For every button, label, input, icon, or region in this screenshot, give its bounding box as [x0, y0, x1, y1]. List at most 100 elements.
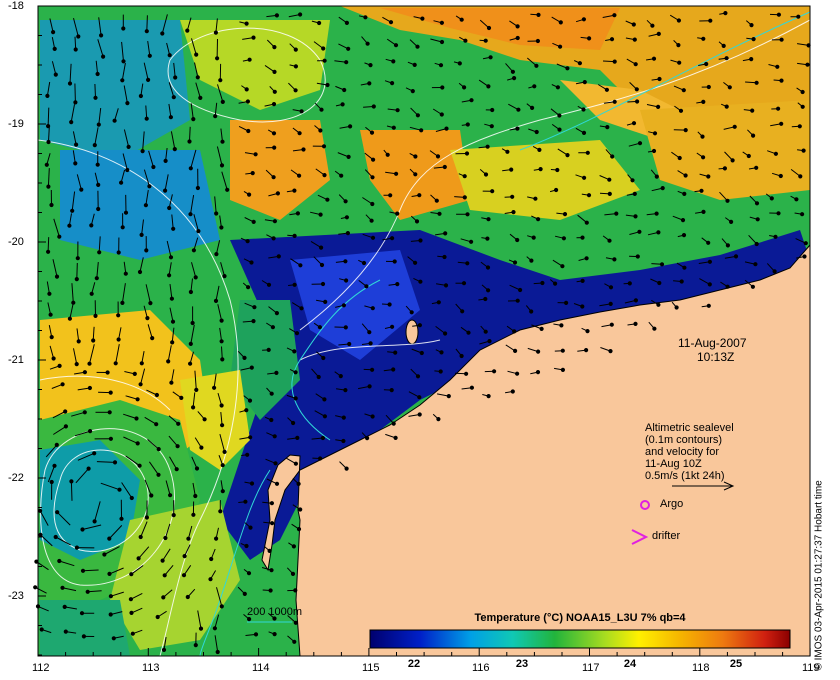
velocity-arrowhead: [637, 141, 643, 146]
lon-tick-112: 112: [32, 662, 50, 674]
velocity-arrowhead: [635, 99, 640, 104]
velocity-arrowhead: [89, 291, 94, 296]
velocity-arrowhead: [682, 191, 687, 196]
velocity-arrowhead: [536, 12, 541, 17]
velocity-arrowhead: [172, 147, 177, 152]
velocity-arrowhead: [371, 104, 376, 109]
velocity-arrowhead: [107, 536, 112, 541]
velocity-arrowhead: [612, 99, 617, 104]
velocity-arrowhead: [88, 429, 93, 434]
velocity-arrowhead: [95, 71, 100, 77]
velocity-arrowhead: [586, 193, 592, 198]
velocity-arrowhead: [144, 116, 149, 121]
velocity-arrowhead: [418, 238, 423, 243]
velocity-arrowhead: [298, 507, 303, 512]
velocity-arrowhead: [776, 106, 781, 111]
velocity-arrowhead: [608, 301, 613, 306]
velocity-arrowhead: [74, 142, 79, 147]
velocity-arrowhead: [182, 554, 187, 559]
velocity-arrowhead: [633, 298, 639, 303]
velocity-arrowhead: [439, 20, 444, 25]
velocity-arrowhead: [385, 152, 390, 157]
velocity-arrowhead: [298, 12, 303, 17]
velocity-arrowhead: [317, 20, 322, 26]
velocity-arrowhead: [299, 109, 304, 114]
velocity-arrowhead: [462, 195, 467, 200]
velocity-arrowhead: [580, 304, 585, 309]
velocity-arrowhead: [213, 114, 218, 119]
velocity-arrowhead: [194, 466, 200, 471]
velocity-arrowhead: [70, 208, 75, 213]
velocity-arrowhead: [345, 231, 350, 236]
velocity-arrowhead: [779, 37, 784, 42]
velocity-arrowhead: [92, 143, 97, 148]
velocity-arrowhead: [298, 263, 303, 268]
velocity-arrowhead: [708, 18, 713, 23]
velocity-arrowhead: [393, 435, 398, 440]
velocity-arrowhead: [413, 154, 418, 159]
velocity-arrowhead: [53, 534, 58, 540]
velocity-arrowhead: [272, 89, 277, 94]
velocity-arrowhead: [96, 182, 101, 187]
velocity-arrowhead: [274, 370, 279, 375]
velocity-arrowhead: [676, 18, 682, 23]
velocity-arrowhead: [94, 276, 99, 281]
velocity-arrowhead: [39, 627, 44, 632]
velocity-arrowhead: [249, 260, 254, 265]
velocity-arrowhead: [139, 232, 144, 237]
velocity-arrowhead: [171, 513, 176, 518]
velocity-arrowhead: [565, 66, 570, 71]
velocity-arrowhead: [464, 151, 470, 156]
velocity-arrowhead: [510, 69, 516, 74]
velocity-arrowhead: [250, 171, 255, 176]
velocity-arrowhead: [435, 154, 441, 159]
velocity-arrowhead: [778, 173, 783, 179]
velocity-arrowhead: [143, 203, 148, 208]
velocity-arrowhead: [656, 230, 661, 235]
velocity-arrowhead: [341, 415, 346, 420]
velocity-arrowhead: [368, 63, 373, 68]
velocity-arrowhead: [557, 113, 562, 118]
velocity-arrowhead: [325, 197, 330, 202]
velocity-arrowhead: [86, 466, 91, 471]
velocity-arrowhead: [120, 300, 125, 305]
velocity-arrowhead: [487, 339, 492, 344]
velocity-arrowhead: [395, 108, 400, 113]
velocity-arrowhead: [511, 210, 516, 215]
velocity-arrowhead: [185, 594, 190, 600]
velocity-arrowhead: [483, 296, 488, 302]
velocity-arrowhead: [145, 316, 150, 321]
velocity-arrowhead: [370, 235, 376, 240]
velocity-arrowhead: [139, 361, 144, 366]
velocity-arrowhead: [215, 56, 220, 61]
velocity-arrowhead: [659, 262, 665, 267]
velocity-arrowhead: [45, 93, 50, 99]
velocity-arrowhead: [486, 84, 491, 89]
velocity-arrowhead: [44, 162, 49, 167]
velocity-arrowhead: [270, 521, 275, 526]
velocity-arrowhead: [465, 212, 470, 217]
velocity-arrowhead: [607, 238, 612, 243]
velocity-arrowhead: [803, 241, 808, 246]
velocity-arrowhead: [325, 82, 330, 88]
velocity-arrowhead: [168, 493, 173, 498]
velocity-arrowhead: [418, 279, 423, 284]
velocity-arrowhead: [443, 231, 448, 236]
velocity-arrowhead: [244, 408, 249, 413]
velocity-arrowhead: [657, 280, 662, 286]
velocity-arrowhead: [93, 95, 98, 100]
velocity-arrowhead: [101, 54, 106, 59]
velocity-arrowhead: [444, 126, 449, 131]
velocity-arrowhead: [276, 254, 281, 259]
velocity-arrowhead: [801, 148, 806, 153]
velocity-arrowhead: [156, 447, 161, 452]
velocity-arrowhead: [62, 604, 67, 610]
velocity-arrowhead: [678, 108, 684, 113]
velocity-arrowhead: [539, 326, 544, 331]
velocity-arrowhead: [121, 26, 126, 31]
velocity-arrowhead: [55, 510, 60, 515]
velocity-arrowhead: [633, 214, 638, 219]
velocity-arrowhead: [584, 256, 589, 261]
velocity-arrowhead: [798, 174, 803, 179]
velocity-arrowhead: [156, 472, 161, 477]
